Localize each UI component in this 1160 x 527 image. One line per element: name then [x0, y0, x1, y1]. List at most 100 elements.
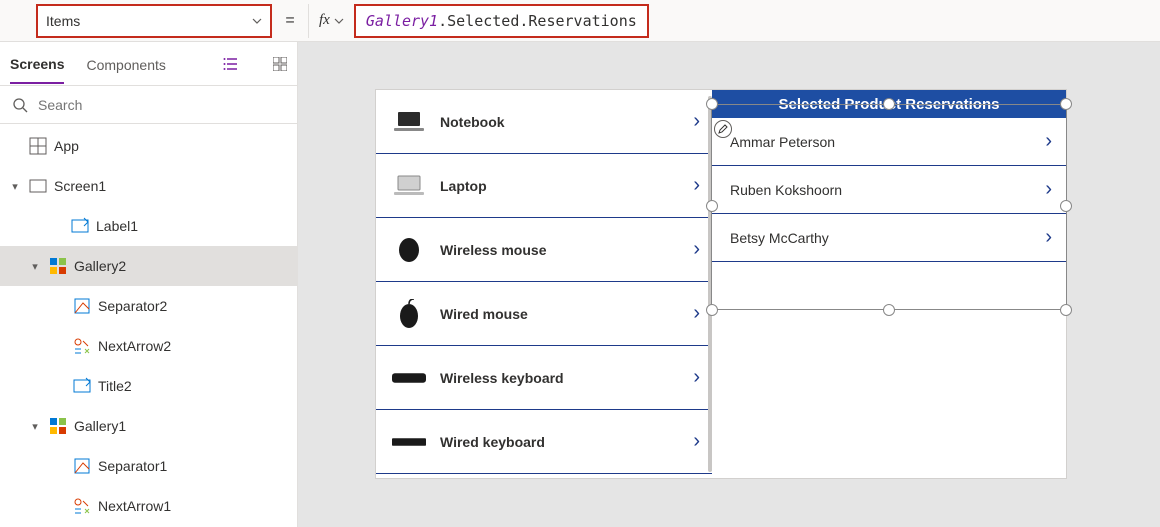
product-image-wired-keyboard [392, 429, 426, 455]
equals-sign: = [272, 12, 308, 30]
caret-icon: ▾ [28, 260, 42, 273]
fx-icon: fx [319, 12, 330, 29]
gallery1-item[interactable]: Wired mouse › [376, 282, 712, 346]
selection-handle[interactable] [1060, 304, 1072, 316]
selection-handle[interactable] [1060, 98, 1072, 110]
edit-pencil-icon[interactable] [714, 120, 732, 138]
tree-label: Screen1 [54, 178, 106, 194]
label-icon [70, 216, 90, 236]
tree-tabs: Screens Components [0, 42, 297, 86]
gallery-icon [48, 256, 68, 276]
tree-label: NextArrow1 [98, 498, 171, 514]
list-view-icon[interactable] [223, 57, 239, 71]
selection-handle[interactable] [883, 304, 895, 316]
gallery2[interactable]: Ammar Peterson › Ruben Kokshoorn › Betsy… [712, 118, 1066, 262]
product-image-wired-mouse [392, 301, 426, 327]
label-icon [72, 376, 92, 396]
gallery1-title: Wireless keyboard [440, 370, 693, 386]
selection-handle[interactable] [1060, 200, 1072, 212]
gallery1-title: Notebook [440, 114, 693, 130]
chevron-down-icon [252, 18, 262, 24]
product-image-wireless-mouse [392, 237, 426, 263]
selection-handle[interactable] [706, 200, 718, 212]
tree-item-gallery1[interactable]: ▾ Gallery1 [0, 406, 297, 446]
grid-view-icon[interactable] [273, 57, 287, 71]
gallery1-item[interactable]: Wireless mouse › [376, 218, 712, 282]
caret-icon: ▾ [8, 180, 22, 193]
tree-item-nextarrow2[interactable]: NextArrow2 [0, 326, 297, 366]
gallery2-title: Ruben Kokshoorn [730, 182, 1045, 198]
tree-item-separator1[interactable]: Separator1 [0, 446, 297, 486]
selection-handle[interactable] [883, 98, 895, 110]
chevron-right-icon[interactable]: › [693, 238, 700, 261]
tree-view: App ▾ Screen1 Label1 ▾ [0, 124, 297, 527]
gallery1-item[interactable]: Laptop › [376, 154, 712, 218]
nextarrow-icon [72, 336, 92, 356]
tree-label: Separator2 [98, 298, 167, 314]
chevron-right-icon[interactable]: › [693, 430, 700, 453]
gallery-icon [48, 416, 68, 436]
tree-item-screen1[interactable]: ▾ Screen1 [0, 166, 297, 206]
tree-label: NextArrow2 [98, 338, 171, 354]
tab-screens[interactable]: Screens [10, 44, 64, 84]
tree-item-title2[interactable]: Title2 [0, 366, 297, 406]
search-input[interactable] [38, 97, 285, 113]
tree-label: Gallery2 [74, 258, 126, 274]
canvas: Notebook › Laptop › Wireless mouse › [298, 42, 1160, 527]
tree-label: Label1 [96, 218, 138, 234]
search-row [0, 86, 297, 124]
tree-label: App [54, 138, 79, 154]
formula-input[interactable]: Gallery1.Selected.Reservations [354, 4, 649, 38]
gallery1-item[interactable]: Wireless keyboard › [376, 346, 712, 410]
gallery1-title: Wired keyboard [440, 434, 693, 450]
chevron-right-icon[interactable]: › [693, 366, 700, 389]
gallery1-item[interactable]: Wired keyboard › [376, 410, 712, 474]
chevron-right-icon[interactable]: › [693, 110, 700, 133]
gallery2-item[interactable]: Ammar Peterson › [712, 118, 1066, 166]
formula-identifier: Gallery1 [366, 12, 438, 30]
chevron-right-icon[interactable]: › [1045, 130, 1052, 153]
app-icon [28, 136, 48, 156]
product-image-wireless-keyboard [392, 365, 426, 391]
chevron-right-icon[interactable]: › [693, 302, 700, 325]
tree-label: Gallery1 [74, 418, 126, 434]
screen-icon [28, 176, 48, 196]
tree-item-app[interactable]: App [0, 126, 297, 166]
fx-button[interactable]: fx [308, 4, 354, 38]
gallery1-title: Wired mouse [440, 306, 693, 322]
gallery2-item[interactable]: Ruben Kokshoorn › [712, 166, 1066, 214]
property-name: Items [46, 13, 80, 29]
tree-panel: Screens Components App [0, 42, 298, 527]
right-column: Selected Product Reservations Ammar Pete… [712, 90, 1066, 478]
tree-item-separator2[interactable]: Separator2 [0, 286, 297, 326]
gallery2-item[interactable]: Betsy McCarthy › [712, 214, 1066, 262]
gallery2-title: Ammar Peterson [730, 134, 1045, 150]
gallery1[interactable]: Notebook › Laptop › Wireless mouse › [376, 90, 712, 478]
selection-handle[interactable] [706, 304, 718, 316]
tree-label: Title2 [98, 378, 132, 394]
separator-icon [72, 296, 92, 316]
formula-rest: .Selected.Reservations [438, 12, 637, 30]
chevron-down-icon [334, 18, 344, 24]
product-image-notebook [392, 109, 426, 135]
chevron-right-icon[interactable]: › [1045, 178, 1052, 201]
property-selector[interactable]: Items [36, 4, 272, 38]
nextarrow-icon [72, 496, 92, 516]
product-image-laptop [392, 173, 426, 199]
search-icon [12, 97, 28, 113]
tree-label: Separator1 [98, 458, 167, 474]
gallery1-item[interactable]: Notebook › [376, 90, 712, 154]
chevron-right-icon[interactable]: › [693, 174, 700, 197]
gallery1-title: Wireless mouse [440, 242, 693, 258]
tree-item-nextarrow1[interactable]: NextArrow1 [0, 486, 297, 526]
selection-handle[interactable] [706, 98, 718, 110]
screen-surface: Notebook › Laptop › Wireless mouse › [376, 90, 1066, 478]
formula-bar: Items = fx Gallery1.Selected.Reservation… [0, 0, 1160, 42]
separator-icon [72, 456, 92, 476]
tree-item-gallery2[interactable]: ▾ Gallery2 [0, 246, 297, 286]
caret-icon: ▾ [28, 420, 42, 433]
tab-components[interactable]: Components [86, 45, 165, 83]
gallery2-title: Betsy McCarthy [730, 230, 1045, 246]
tree-item-label1[interactable]: Label1 [0, 206, 297, 246]
chevron-right-icon[interactable]: › [1045, 226, 1052, 249]
